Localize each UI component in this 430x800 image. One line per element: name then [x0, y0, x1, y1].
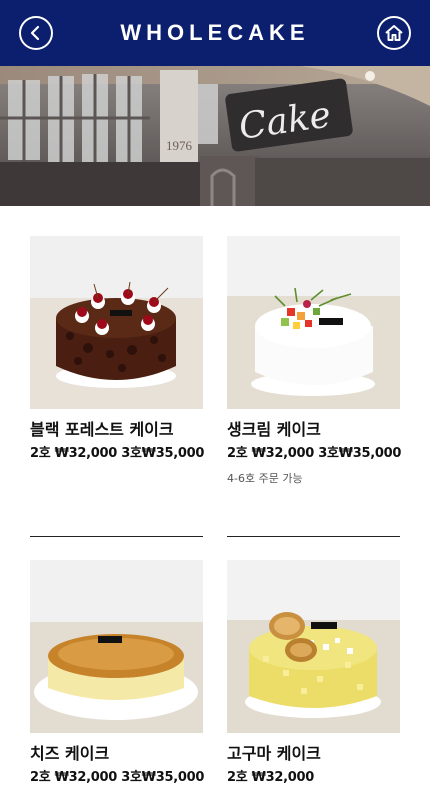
product-card[interactable]: 고구마 케이크 2호 ₩32,000 — [227, 560, 400, 787]
product-price: 2호 ₩32,000 3호₩35,000 — [30, 446, 205, 461]
product-price: 2호 ₩32,000 — [227, 770, 315, 785]
product-card[interactable]: 치즈 케이크 2호 ₩32,000 3호₩35,000 — [30, 560, 205, 787]
cheese-cake-image[interactable] — [30, 560, 203, 733]
back-button[interactable] — [19, 16, 53, 50]
svg-text:1976: 1976 — [166, 138, 193, 153]
product-price: 2호 ₩32,000 3호₩35,000 — [227, 446, 402, 461]
order-note: 4-6호 주문 가능 — [227, 472, 303, 485]
bakery-banner-image: 1976 Cake — [0, 66, 430, 206]
product-price: 2호 ₩32,000 3호₩35,000 — [30, 770, 205, 785]
home-button[interactable] — [377, 16, 411, 50]
chevron-left-icon — [30, 25, 40, 41]
home-icon — [385, 25, 403, 41]
product-name[interactable]: 고구마 케이크 — [227, 743, 400, 765]
product-card[interactable]: 생크림 케이크 2호 ₩32,000 3호₩35,000 4-6호 주문 가능 — [227, 236, 402, 486]
fresh-cream-cake-image[interactable] — [227, 236, 400, 409]
divider — [227, 536, 400, 537]
hero-banner: 1976 Cake — [0, 66, 430, 206]
product-card[interactable]: 블랙 포레스트 케이크 2호 ₩32,000 3호₩35,000 — [30, 236, 205, 463]
black-forest-cake-image[interactable] — [30, 236, 203, 409]
product-name[interactable]: 치즈 케이크 — [30, 743, 203, 765]
sweet-potato-cake-image[interactable] — [227, 560, 400, 733]
divider — [30, 536, 203, 537]
product-name[interactable]: 생크림 케이크 — [227, 419, 400, 441]
app-header: WHOLECAKE — [0, 0, 430, 66]
page-title: WHOLECAKE — [120, 20, 310, 45]
product-name[interactable]: 블랙 포레스트 케이크 — [30, 419, 203, 441]
